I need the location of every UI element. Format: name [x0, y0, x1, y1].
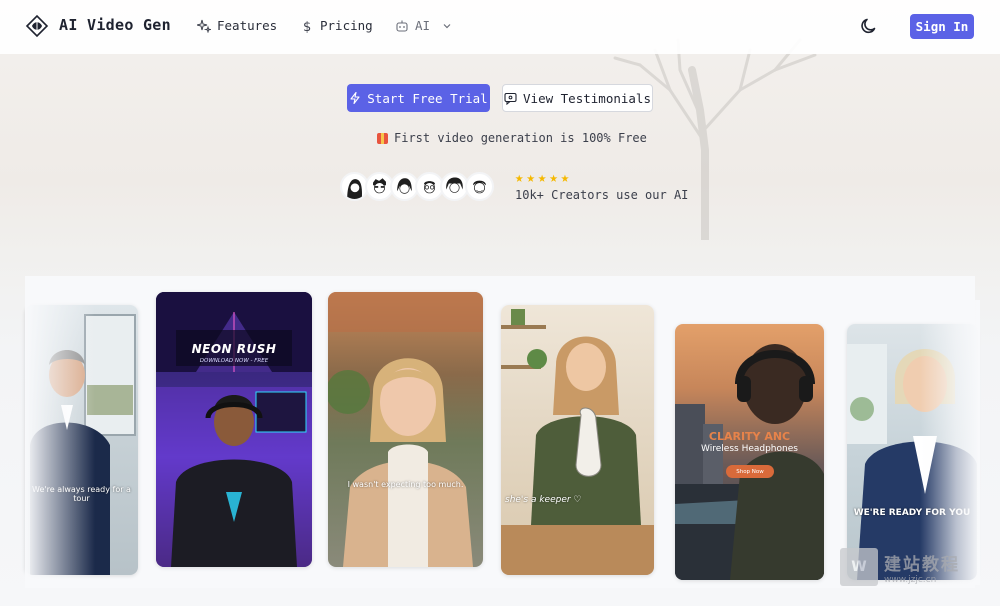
video-thumbnail-image [156, 292, 312, 567]
nav-link-ai-dropdown[interactable]: AI [395, 18, 452, 33]
dollar-icon: $ [303, 20, 311, 33]
nav-link-label: Pricing [320, 18, 373, 33]
nav-link-features[interactable]: Features [197, 18, 277, 33]
watermark-text: 建站教程 [884, 554, 960, 575]
free-note-text: First video generation is 100% Free [394, 131, 647, 145]
game-title: NEON RUSH [191, 342, 277, 356]
view-testimonials-button[interactable]: View Testimonials [502, 84, 653, 112]
gallery-fade-right [920, 300, 980, 585]
video-card[interactable]: CLARITY ANC Wireless Headphones Shop Now [675, 324, 824, 580]
message-square-icon [504, 92, 517, 105]
ad-product: Wireless Headphones [701, 444, 798, 454]
rating-stars: ★ ★ ★ ★ ★ [515, 170, 569, 186]
creator-avatars [340, 172, 494, 201]
star-icon: ★ [526, 170, 535, 186]
nav-link-pricing[interactable]: $ Pricing [300, 18, 373, 33]
watermark: W 建站教程 www.jzjc.cn [840, 546, 985, 588]
video-card[interactable]: I wasn't expecting too much. [328, 292, 483, 567]
top-navbar: AI Video Gen Features $ Pricing AI Sign … [0, 0, 1000, 54]
avatar [465, 172, 494, 201]
video-card[interactable]: NEON RUSH DOWNLOAD NOW - FREE [156, 292, 312, 567]
free-generation-note: First video generation is 100% Free [377, 131, 647, 145]
nav-link-label: Features [217, 18, 278, 33]
sparkles-icon [197, 19, 211, 33]
watermark-url: www.jzjc.cn [884, 574, 937, 585]
video-thumbnail-image [501, 309, 654, 575]
chevron-down-icon [443, 23, 451, 28]
nav-link-label: AI [415, 18, 431, 33]
gallery-fade-left [25, 300, 95, 580]
button-label: Start Free Trial [367, 90, 488, 106]
moon-icon[interactable] [859, 16, 879, 36]
creators-count-text: 10k+ Creators use our AI [515, 188, 689, 202]
sign-in-button[interactable]: Sign In [910, 14, 974, 39]
gift-icon [377, 132, 388, 144]
video-caption: I wasn't expecting too much. [347, 480, 464, 489]
shop-now-button[interactable]: Shop Now [726, 465, 774, 478]
ad-brand: CLARITY ANC [708, 430, 791, 443]
logo-icon[interactable] [24, 13, 50, 39]
svg-text:$: $ [303, 20, 311, 33]
star-icon: ★ [515, 170, 524, 186]
brand-name[interactable]: AI Video Gen [59, 16, 171, 34]
lightning-icon [350, 92, 360, 104]
video-card[interactable]: she's a keeper ♡ [501, 305, 654, 575]
star-icon: ★ [549, 170, 558, 186]
video-caption: she's a keeper ♡ [505, 495, 582, 505]
star-icon: ★ [537, 170, 547, 186]
game-subtitle: DOWNLOAD NOW - FREE [199, 358, 269, 364]
video-thumbnail-image [328, 292, 483, 567]
button-label: View Testimonials [523, 90, 651, 106]
watermark-logo-icon: W [840, 548, 878, 586]
star-icon: ★ [560, 170, 570, 186]
start-free-trial-button[interactable]: Start Free Trial [347, 84, 490, 112]
robot-icon [396, 20, 408, 32]
